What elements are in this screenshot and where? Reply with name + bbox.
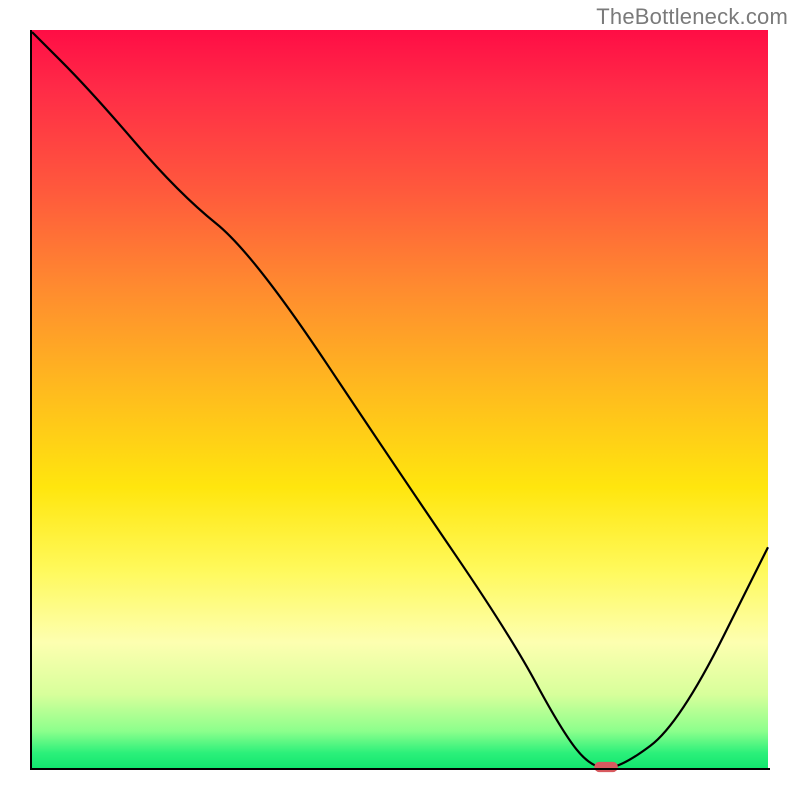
bottleneck-curve-path [32, 32, 768, 768]
bottleneck-chart: TheBottleneck.com [0, 0, 800, 800]
watermark-label: TheBottleneck.com [596, 4, 788, 30]
optimal-marker [594, 762, 618, 772]
curve-svg [30, 30, 770, 770]
plot-area [30, 30, 770, 770]
